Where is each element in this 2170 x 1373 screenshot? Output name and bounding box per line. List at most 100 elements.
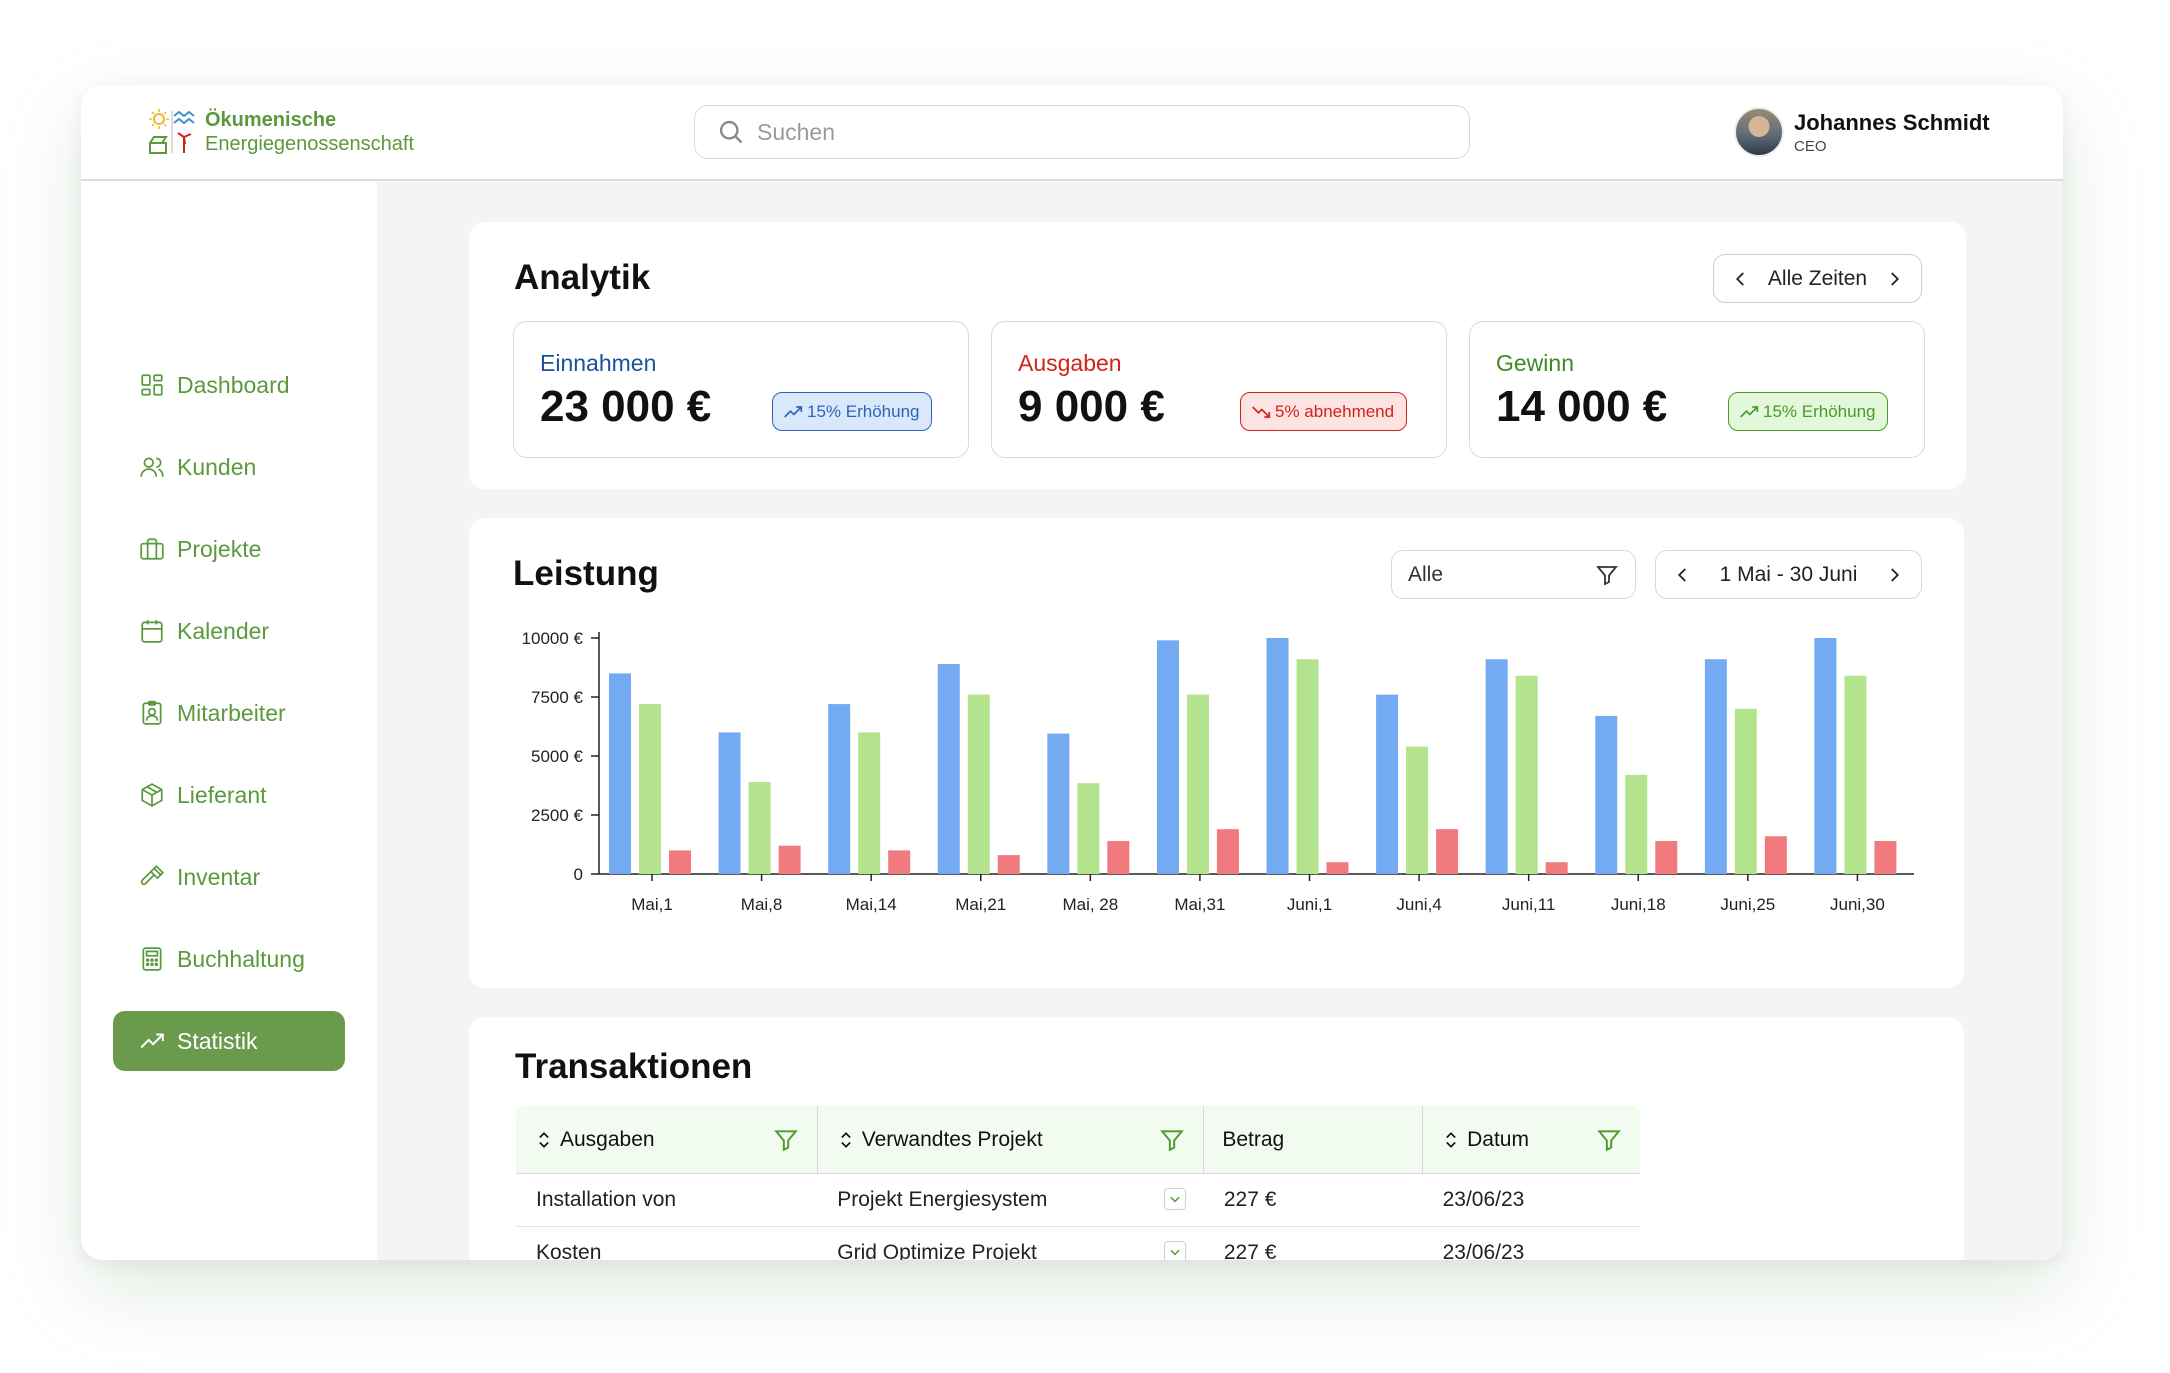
x-tick-label: Mai,21 — [955, 895, 1006, 914]
user-profile[interactable]: Johannes Schmidt CEO — [1734, 107, 1990, 157]
trend-up-icon — [1740, 405, 1759, 418]
trending-up-icon — [140, 1033, 164, 1049]
bar — [1406, 746, 1429, 874]
stat-card-ausgaben: Ausgaben 9 000 € 5% abnehmend — [991, 321, 1447, 458]
sidebar-item-inventar[interactable]: Inventar — [113, 847, 345, 907]
bar — [1376, 694, 1399, 874]
bar — [1107, 840, 1130, 874]
search-input[interactable] — [757, 118, 1437, 146]
row-checkbox[interactable] — [1163, 1241, 1186, 1260]
sidebar-item-lieferant[interactable]: Lieferant — [113, 765, 345, 825]
sidebar-item-statistik[interactable]: Statistik — [113, 1011, 345, 1071]
chevron-left-icon[interactable] — [1732, 270, 1750, 288]
period-selector[interactable]: Alle Zeiten — [1713, 254, 1922, 303]
status-badge: 15% Erhöhung — [772, 392, 933, 431]
column-label: Ausgaben — [560, 1127, 655, 1151]
sidebar-item-label: Inventar — [177, 863, 261, 890]
sort-icon[interactable] — [1441, 1130, 1461, 1150]
cell-projekt: Grid Optimize Projekt — [817, 1226, 1204, 1260]
search-box[interactable] — [694, 105, 1470, 159]
table-row[interactable]: Kosten Grid Optimize Projekt 227 € 23/06… — [516, 1226, 1640, 1260]
sidebar-item-buchhaltung[interactable]: Buchhaltung — [113, 929, 345, 989]
performance-bar-chart: 0 2500 € 5000 € 7500 € 10000 € Mai,1 Mai,8 Mai,… — [522, 629, 1914, 914]
status-badge: 5% abnehmend — [1240, 392, 1408, 431]
analytik-title: Analytik — [514, 258, 651, 297]
chevron-right-icon[interactable] — [1885, 270, 1903, 288]
sidebar-item-label: Dashboard — [177, 371, 290, 398]
column-header-datum[interactable]: Datum — [1422, 1106, 1640, 1174]
stat-card-gewinn: Gewinn 14 000 € 15% Erhöhung — [1469, 321, 1925, 458]
bar — [858, 732, 881, 874]
sidebar-item-mitarbeiter[interactable]: Mitarbeiter — [113, 683, 345, 743]
badge-label: 5% abnehmend — [1275, 401, 1395, 421]
column-header-verwandtes-projekt[interactable]: Verwandtes Projekt — [817, 1106, 1205, 1174]
bar — [1515, 675, 1538, 874]
x-tick-label: Juni,30 — [1830, 895, 1885, 914]
x-tick-label: Mai,31 — [1174, 895, 1225, 914]
table-row[interactable]: Installation von Projekt Energiesystem 2… — [516, 1173, 1640, 1227]
stat-card-einnahmen: Einnahmen 23 000 € 15% Erhöhung — [513, 321, 969, 458]
sort-icon[interactable] — [534, 1130, 554, 1150]
bar — [1734, 708, 1757, 874]
x-tick-label: Mai,14 — [846, 895, 897, 914]
bar — [748, 781, 771, 874]
trend-up-icon — [784, 405, 803, 418]
sidebar-item-kunden[interactable]: Kunden — [113, 437, 345, 497]
x-tick-label: Juni,1 — [1287, 895, 1332, 914]
badge-label: 15% Erhöhung — [807, 401, 920, 421]
filter-icon[interactable] — [1159, 1127, 1185, 1153]
cell-datum: 23/06/23 — [1422, 1226, 1640, 1260]
cell-projekt: Projekt Energiesystem — [817, 1173, 1204, 1227]
bar — [1655, 840, 1678, 874]
bar — [1266, 638, 1289, 874]
sort-icon[interactable] — [836, 1130, 856, 1150]
sidebar-item-projekte[interactable]: Projekte — [113, 519, 345, 579]
bar — [1156, 640, 1179, 874]
table-header-row: Ausgaben Verwandtes Projekt Betrag Datum — [516, 1106, 1640, 1174]
bar — [1595, 715, 1618, 874]
column-label: Datum — [1467, 1127, 1529, 1151]
bar — [828, 704, 851, 874]
package-icon — [141, 783, 163, 807]
cell-datum: 23/06/23 — [1422, 1173, 1640, 1227]
bar — [1545, 862, 1568, 874]
bar — [669, 850, 691, 874]
filter-icon[interactable] — [1596, 1127, 1622, 1153]
cell-projekt-text: Projekt Energiesystem — [837, 1188, 1048, 1211]
row-checkbox[interactable] — [1163, 1188, 1186, 1210]
sidebar-item-label: Mitarbeiter — [177, 699, 286, 726]
logo-mark-icon — [149, 109, 195, 154]
trend-down-icon — [1252, 405, 1271, 418]
sidebar-item-label: Buchhaltung — [177, 945, 305, 972]
sidebar-item-label: Projekte — [177, 535, 262, 562]
bar — [1296, 659, 1319, 874]
bar — [1216, 829, 1239, 874]
user-role: CEO — [1794, 137, 1827, 155]
avatar[interactable] — [1734, 107, 1784, 157]
bar — [1625, 774, 1648, 874]
cell-betrag: 227 € — [1203, 1226, 1423, 1260]
cell-projekt-text: Grid Optimize Projekt — [837, 1241, 1037, 1260]
calendar-icon — [141, 620, 163, 643]
bar — [639, 704, 661, 874]
bar — [997, 855, 1020, 874]
bar — [1436, 829, 1459, 874]
sidebar-item-kalender[interactable]: Kalender — [113, 601, 345, 661]
column-header-ausgaben[interactable]: Ausgaben — [516, 1106, 818, 1174]
top-bar: Ökumenische Energiegenossenschaft Johann… — [81, 85, 2063, 181]
chevron-down-icon — [1170, 1249, 1180, 1256]
bar — [1326, 862, 1349, 874]
stat-label: Ausgaben — [1018, 350, 1122, 376]
bar — [1814, 638, 1837, 874]
y-tick-label: 0 — [574, 865, 583, 884]
sidebar-item-dashboard[interactable]: Dashboard — [113, 355, 345, 415]
brand-logo[interactable]: Ökumenische Energiegenossenschaft — [147, 107, 414, 157]
cell-betrag: 227 € — [1203, 1173, 1423, 1227]
filter-icon[interactable] — [773, 1127, 799, 1153]
stat-value: 14 000 € — [1496, 382, 1668, 431]
y-tick-label: 10000 € — [522, 629, 584, 648]
bar — [1874, 840, 1897, 874]
dashboard-icon — [141, 374, 163, 396]
column-header-betrag[interactable]: Betrag — [1203, 1106, 1424, 1174]
bar — [1704, 659, 1727, 874]
